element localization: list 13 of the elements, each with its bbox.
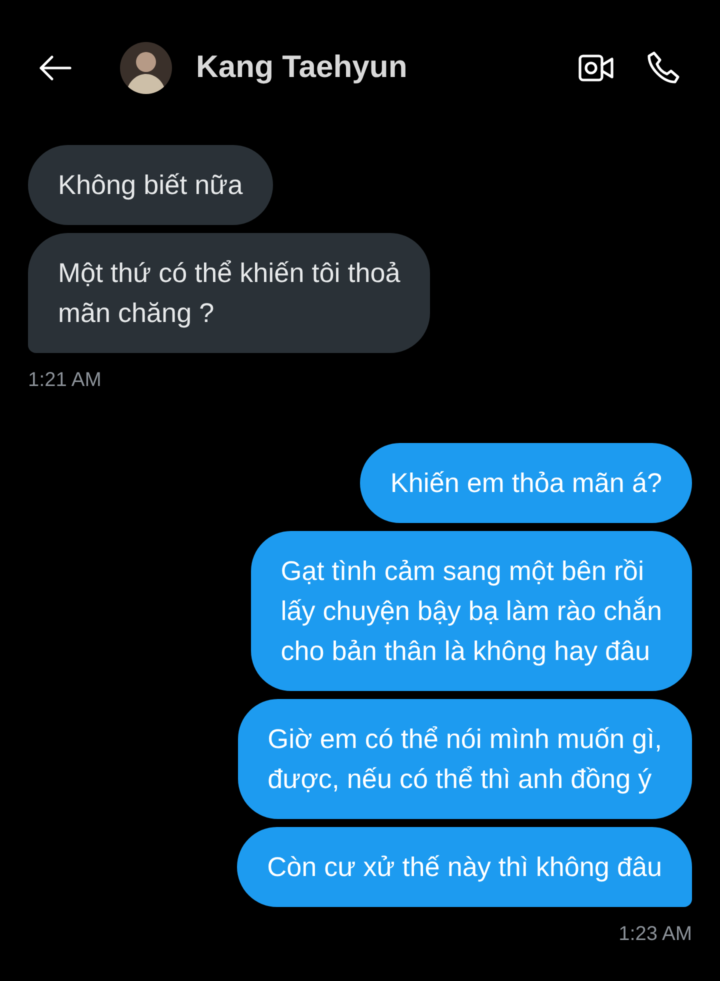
contact-name: Kang Taehyun (196, 48, 408, 86)
message-bubble: Giờ em có thể nói mình muốn gì, được, nếu có thể thì anh đồng ý (238, 699, 692, 819)
avatar[interactable] (120, 42, 172, 94)
message-bubble: Gạt tình cảm sang một bên rồi lấy chuyện bậy bạ làm rào chắn cho bản thân là không hay đâu (250, 531, 692, 691)
message-bubble: Còn cư xử thế này thì không đâu (237, 827, 692, 907)
video-call-icon[interactable] (578, 54, 614, 82)
back-icon[interactable] (38, 54, 72, 80)
timestamp: 1:21 AM (28, 368, 102, 393)
phone-icon[interactable] (646, 50, 680, 84)
timestamp: 1:23 AM (618, 922, 692, 947)
message-bubble: Khiến em thỏa mãn á? (360, 443, 692, 523)
message-bubble: Một thứ có thể khiến tôi thoả mãn chăng ? (28, 233, 430, 353)
message-bubble: Không biết nữa (28, 145, 273, 225)
